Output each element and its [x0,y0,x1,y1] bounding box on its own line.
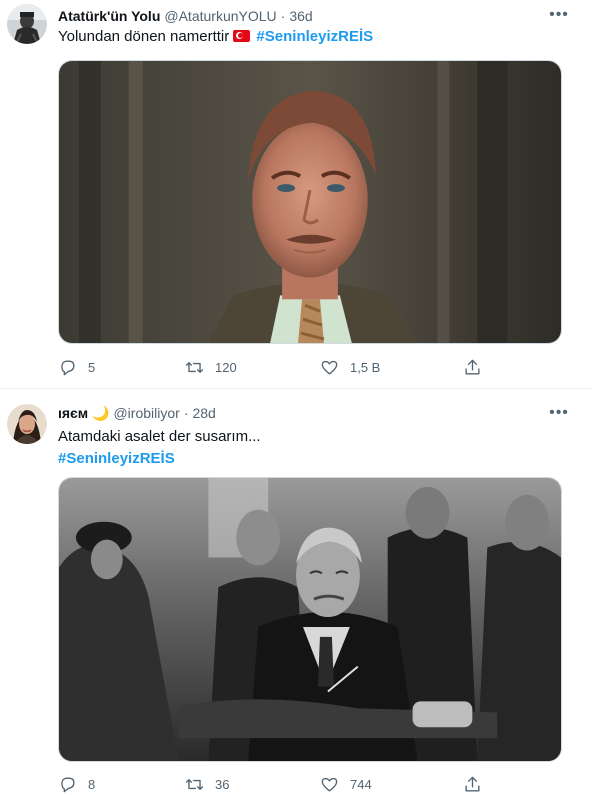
tweet-actions: 5 120 1,5 B [52,355,502,379]
retweet-icon [185,778,204,790]
reply-count: 5 [88,359,96,375]
share-icon [465,776,480,792]
reply-button[interactable]: 8 [58,772,95,795]
separator-dot: · [183,405,189,421]
tweet-text-body: Yolundan dönen namerttir [58,28,230,45]
reply-icon [61,776,75,792]
turkey-flag-icon [233,30,251,42]
share-button[interactable] [463,355,482,379]
portrait-image [59,61,561,343]
share-icon [465,359,480,375]
tweet-header: Atatürk'ün Yolu @AtaturkunYOLU · 36d [58,6,313,26]
tweet-card[interactable]: Atatürk'ün Yolu @AtaturkunYOLU · 36d •••… [0,0,592,389]
hashtag-link[interactable]: #SeninleyizREİS [256,28,373,45]
like-button[interactable]: 1,5 B [320,355,380,379]
tweet-photo[interactable] [58,60,562,344]
avatar[interactable] [7,404,47,444]
historical-photo [59,478,561,761]
separator-dot: · [280,8,286,24]
avatar[interactable] [7,4,47,44]
display-name[interactable]: Atatürk'ün Yolu [58,8,160,24]
reply-button[interactable]: 5 [58,355,95,379]
tweet-header: ıяєм 🌙 @irobiliyor · 28d [58,403,216,423]
tweet-text-body: Atamdaki asalet der susarım... [58,428,261,445]
user-handle[interactable]: @AtaturkunYOLU [164,8,276,24]
share-button[interactable] [463,772,482,795]
tweet-card[interactable]: ıяєм 🌙 @irobiliyor · 28d ••• Atamdaki as… [0,390,592,795]
like-count: 1,5 B [350,359,381,375]
retweet-icon [185,361,204,373]
hashtag-link[interactable]: #SeninleyizREİS [58,448,261,470]
user-handle[interactable]: @irobiliyor [113,405,179,421]
retweet-button[interactable]: 120 [185,355,237,379]
tweet-age[interactable]: 36d [289,8,312,24]
like-icon [321,360,338,375]
tweet-photo[interactable] [58,477,562,762]
retweet-count: 120 [215,359,237,375]
reply-count: 8 [88,776,96,792]
like-count: 744 [350,776,372,792]
tweet-text: Yolundan dönen namerttir #SeninleyizREİS [58,26,373,48]
like-icon [321,777,338,792]
tweet-text: Atamdaki asalet der susarım... #Seninley… [58,426,261,470]
display-name[interactable]: ıяєм 🌙 [58,405,109,422]
tweet-actions: 8 36 744 [52,772,502,795]
more-options-icon[interactable]: ••• [549,6,568,24]
retweet-count: 36 [215,776,230,792]
retweet-button[interactable]: 36 [185,772,229,795]
like-button[interactable]: 744 [320,772,372,795]
more-options-icon[interactable]: ••• [549,404,568,422]
tweet-age[interactable]: 28d [192,405,215,421]
timeline-feed: Atatürk'ün Yolu @AtaturkunYOLU · 36d •••… [0,0,592,795]
reply-icon [61,359,75,375]
